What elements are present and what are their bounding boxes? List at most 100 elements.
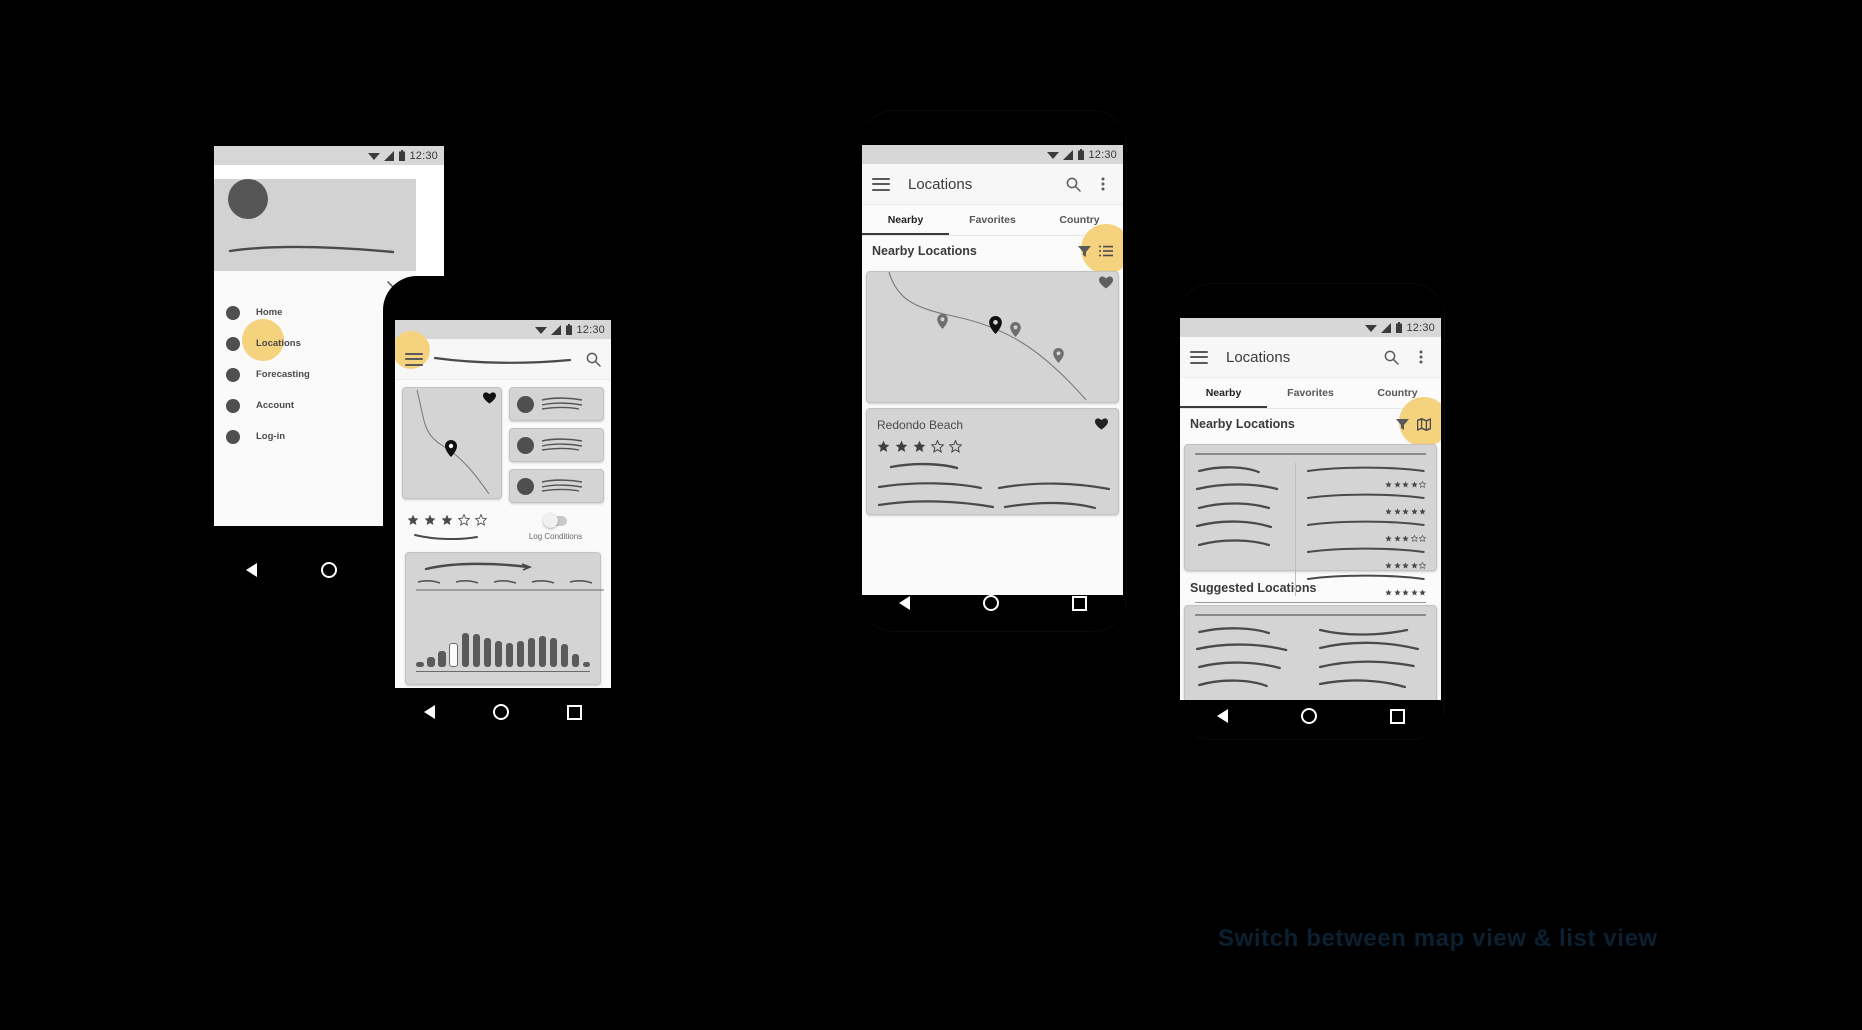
log-conditions-label: Log Conditions [528, 531, 583, 541]
conditions-bar-chart [416, 607, 591, 667]
back-triangle-icon[interactable] [898, 596, 910, 610]
item-scribble [541, 438, 583, 451]
location-name: Redondo Beach [877, 418, 964, 432]
page-title: Locations [1226, 348, 1291, 366]
search-icon[interactable] [1063, 174, 1083, 194]
phone4-status-bar: 12:30 [1180, 318, 1441, 337]
hamburger-menu-icon[interactable] [872, 177, 890, 191]
tab-nearby[interactable]: Nearby [1180, 378, 1267, 408]
signal-icon [384, 150, 395, 161]
signal-icon [551, 324, 562, 335]
bullet-icon [226, 367, 240, 382]
sidebar-item-label: Account [256, 400, 294, 411]
list-item[interactable] [509, 387, 604, 421]
tab-favorites[interactable]: Favorites [1267, 378, 1354, 408]
list-row[interactable] [1306, 517, 1426, 542]
filter-funnel-icon[interactable] [1396, 418, 1409, 431]
tab-label: Nearby [1205, 387, 1242, 399]
hamburger-menu-icon[interactable] [405, 352, 423, 366]
star-outline-icon [1419, 534, 1426, 542]
map-view-icon[interactable] [1417, 417, 1431, 431]
search-icon[interactable] [1381, 347, 1401, 367]
row-rating [1306, 507, 1426, 515]
phone3-system-nav-bar [862, 589, 1123, 617]
tab-label: Country [1059, 214, 1100, 226]
wifi-icon [1365, 324, 1378, 332]
phone2-status-bar: 12:30 [395, 320, 611, 339]
nearby-locations-list[interactable] [1184, 444, 1437, 603]
star-filled-icon [1410, 588, 1418, 596]
map-pin-icon-active[interactable] [989, 316, 1002, 334]
wifi-icon [535, 326, 548, 334]
battery-icon [1396, 322, 1403, 333]
more-vert-icon[interactable] [1411, 347, 1431, 367]
list-view-icon[interactable] [1099, 245, 1113, 257]
tab-label: Nearby [887, 214, 924, 226]
signal-icon [1063, 149, 1074, 160]
star-outline-icon [1410, 534, 1418, 542]
star-filled-icon [1385, 588, 1392, 596]
back-triangle-icon[interactable] [424, 705, 435, 719]
search-icon[interactable] [583, 349, 603, 369]
header-scribble [228, 245, 395, 254]
phone2-screen: 12:30 Log Conditions [395, 320, 611, 688]
star-filled-icon [1385, 480, 1392, 488]
tab-nearby[interactable]: Nearby [862, 205, 949, 235]
recents-square-icon[interactable] [567, 704, 582, 720]
home-circle-icon[interactable] [982, 595, 999, 611]
heart-filled-icon[interactable] [1099, 276, 1113, 289]
sidebar-item-label: Forecasting [256, 369, 310, 380]
phone2-map-and-list [395, 380, 611, 510]
hamburger-menu-icon[interactable] [1190, 350, 1208, 364]
location-rating-stars[interactable] [877, 440, 1108, 453]
recents-square-icon[interactable] [1389, 708, 1405, 724]
chart-legend-scribble [416, 580, 604, 591]
suggested-locations-list[interactable] [1184, 605, 1437, 700]
map-preview[interactable] [402, 387, 502, 499]
section-title: Nearby Locations [1190, 417, 1295, 431]
phone3-app-bar: Locations [862, 164, 1123, 205]
map-pin-icon[interactable] [1010, 322, 1021, 337]
list-row[interactable] [1306, 571, 1426, 596]
heart-filled-icon[interactable] [483, 392, 496, 404]
back-triangle-icon[interactable] [1216, 709, 1228, 723]
more-vert-icon[interactable] [1093, 174, 1113, 194]
star-filled-icon [1402, 480, 1409, 488]
avatar-circle-icon [517, 436, 534, 454]
home-circle-icon[interactable] [1300, 708, 1317, 724]
map-pin-icon[interactable] [1053, 348, 1064, 363]
avatar-circle-icon [517, 395, 534, 413]
star-filled-icon [441, 514, 453, 526]
tab-label: Favorites [969, 214, 1016, 226]
list-row[interactable] [1306, 463, 1426, 488]
list-item[interactable] [509, 428, 604, 462]
star-filled-icon [1402, 507, 1409, 515]
list-column-details [1306, 463, 1426, 596]
back-triangle-icon[interactable] [246, 563, 257, 577]
list-row[interactable] [1306, 544, 1426, 569]
avatar-circle-icon [228, 179, 268, 219]
star-outline-icon [949, 440, 962, 453]
nearby-map[interactable] [866, 271, 1119, 403]
location-card-redondo-beach[interactable]: Redondo Beach [866, 408, 1119, 515]
phone2-item-list [509, 387, 604, 503]
row-rating [1306, 534, 1426, 542]
heart-filled-icon[interactable] [1095, 418, 1108, 430]
phone2-rating-row: Log Conditions [395, 510, 611, 546]
rating-stars[interactable] [407, 514, 512, 526]
star-filled-icon [1393, 534, 1401, 542]
star-filled-icon [1393, 507, 1401, 515]
phone2-app-bar [395, 331, 611, 380]
recents-square-icon[interactable] [1071, 595, 1087, 611]
home-circle-icon[interactable] [493, 704, 509, 720]
filter-funnel-icon[interactable] [1078, 245, 1091, 258]
log-conditions-toggle[interactable] [542, 513, 567, 528]
map-pin-icon[interactable] [937, 314, 948, 329]
star-filled-icon [1410, 561, 1418, 569]
home-circle-icon[interactable] [321, 562, 337, 578]
star-filled-icon [1419, 507, 1426, 515]
list-row[interactable] [1306, 490, 1426, 515]
tab-favorites[interactable]: Favorites [949, 205, 1036, 235]
phone3-tabs: Nearby Favorites Country [862, 205, 1123, 236]
list-item[interactable] [509, 469, 604, 503]
